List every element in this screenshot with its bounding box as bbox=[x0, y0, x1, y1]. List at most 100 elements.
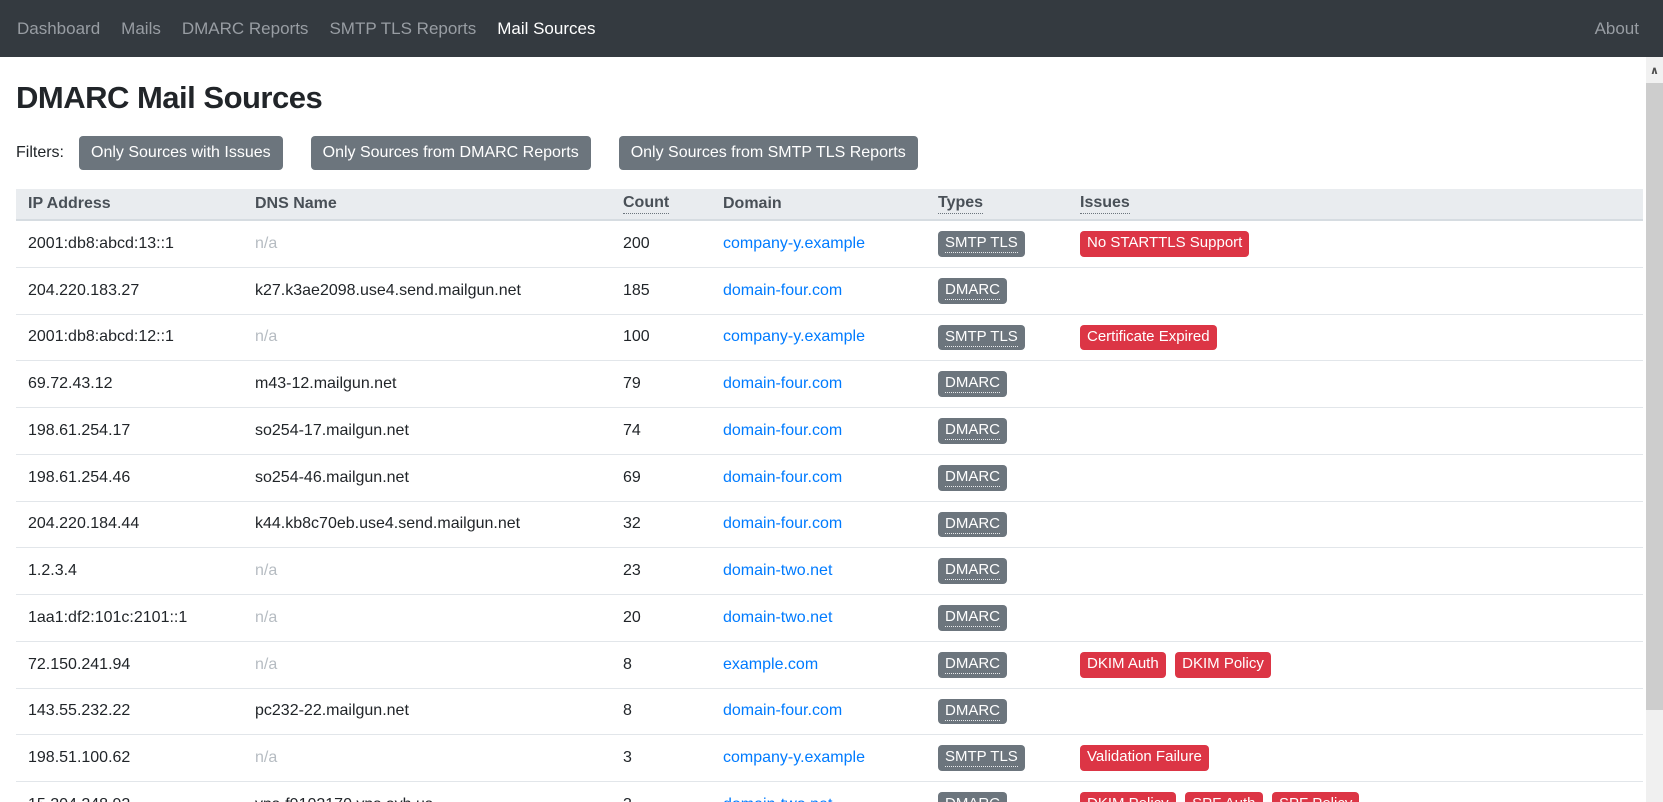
issue-badge: Certificate Expired bbox=[1080, 325, 1217, 351]
dns-cell: k27.k3ae2098.use4.send.mailgun.net bbox=[243, 267, 611, 314]
nav-item-about[interactable]: About bbox=[1595, 19, 1639, 39]
nav-item[interactable]: DMARC Reports bbox=[182, 19, 330, 38]
dns-cell: n/a bbox=[243, 595, 611, 642]
nav-item[interactable]: SMTP TLS Reports bbox=[329, 19, 497, 38]
domain-link[interactable]: company-y.example bbox=[723, 749, 865, 766]
issues-cell bbox=[1068, 595, 1643, 642]
ip-cell: 69.72.43.12 bbox=[16, 361, 243, 408]
scrollbar[interactable]: ∧ bbox=[1646, 57, 1663, 802]
ip-cell: 204.220.183.27 bbox=[16, 267, 243, 314]
issue-badge: DKIM Auth bbox=[1080, 652, 1166, 678]
types-cell: DMARC bbox=[926, 267, 1068, 314]
domain-link[interactable]: domain-two.net bbox=[723, 609, 832, 626]
types-cell: DMARC bbox=[926, 595, 1068, 642]
table-header-row: IP Address DNS Name Count Domain bbox=[16, 189, 1643, 220]
column-header: Domain bbox=[711, 189, 926, 220]
domain-cell: company-y.example bbox=[711, 735, 926, 782]
type-badge[interactable]: DMARC bbox=[938, 465, 1007, 491]
domain-link[interactable]: domain-four.com bbox=[723, 282, 842, 299]
table-row: 204.220.184.44 k44.kb8c70eb.use4.send.ma… bbox=[16, 501, 1643, 548]
count-cell: 74 bbox=[611, 408, 711, 455]
column-header: Count bbox=[611, 189, 711, 220]
domain-link[interactable]: company-y.example bbox=[723, 235, 865, 252]
chevron-up-icon: ∧ bbox=[1650, 64, 1659, 77]
filter-button[interactable]: Only Sources from DMARC Reports bbox=[311, 136, 591, 170]
filters-label: Filters: bbox=[16, 144, 64, 162]
type-badge[interactable]: DMARC bbox=[938, 512, 1007, 538]
type-badge[interactable]: SMTP TLS bbox=[938, 231, 1025, 257]
dns-cell: so254-17.mailgun.net bbox=[243, 408, 611, 455]
issues-cell bbox=[1068, 688, 1643, 735]
dns-cell: vps-f9102170.vps.ovh.us bbox=[243, 782, 611, 802]
scrollbar-up-button[interactable]: ∧ bbox=[1646, 57, 1663, 83]
ip-cell: 1aa1:df2:101c:2101::1 bbox=[16, 595, 243, 642]
domain-link[interactable]: domain-four.com bbox=[723, 515, 842, 532]
type-badge[interactable]: SMTP TLS bbox=[938, 325, 1025, 351]
domain-link[interactable]: domain-four.com bbox=[723, 469, 842, 486]
dns-cell: n/a bbox=[243, 641, 611, 688]
dns-cell: n/a bbox=[243, 735, 611, 782]
issue-badge: DKIM Policy bbox=[1080, 792, 1176, 802]
issue-badge: SPF Policy bbox=[1272, 792, 1359, 802]
type-badge[interactable]: DMARC bbox=[938, 605, 1007, 631]
ip-cell: 2001:db8:abcd:13::1 bbox=[16, 220, 243, 267]
issues-cell: Certificate Expired bbox=[1068, 314, 1643, 361]
column-header: Types bbox=[926, 189, 1068, 220]
issue-badge: No STARTTLS Support bbox=[1080, 231, 1249, 257]
type-badge[interactable]: DMARC bbox=[938, 278, 1007, 304]
type-badge[interactable]: DMARC bbox=[938, 792, 1007, 802]
domain-link[interactable]: domain-four.com bbox=[723, 702, 842, 719]
scrollbar-thumb[interactable] bbox=[1646, 83, 1663, 710]
table-row: 198.61.254.17 so254-17.mailgun.net 74 do… bbox=[16, 408, 1643, 455]
issues-cell bbox=[1068, 408, 1643, 455]
issues-cell bbox=[1068, 361, 1643, 408]
filter-button[interactable]: Only Sources from SMTP TLS Reports bbox=[619, 136, 918, 170]
domain-link[interactable]: domain-two.net bbox=[723, 562, 832, 579]
issues-cell: DKIM Auth DKIM Policy bbox=[1068, 641, 1643, 688]
domain-link[interactable]: domain-four.com bbox=[723, 422, 842, 439]
domain-cell: domain-four.com bbox=[711, 267, 926, 314]
types-cell: DMARC bbox=[926, 501, 1068, 548]
domain-link[interactable]: domain-two.net bbox=[723, 796, 832, 802]
domain-cell: domain-four.com bbox=[711, 361, 926, 408]
issues-cell bbox=[1068, 454, 1643, 501]
domain-cell: domain-two.net bbox=[711, 782, 926, 802]
main-content: DMARC Mail Sources Filters: Only Sources… bbox=[0, 57, 1663, 802]
issues-cell: No STARTTLS Support bbox=[1068, 220, 1643, 267]
table-row: 69.72.43.12 m43-12.mailgun.net 79 domain… bbox=[16, 361, 1643, 408]
domain-link[interactable]: company-y.example bbox=[723, 328, 865, 345]
table-row: 198.51.100.62 n/a 3 company-y.example SM… bbox=[16, 735, 1643, 782]
type-badge[interactable]: DMARC bbox=[938, 418, 1007, 444]
nav-item[interactable]: Dashboard bbox=[17, 19, 121, 38]
count-cell: 32 bbox=[611, 501, 711, 548]
count-cell: 185 bbox=[611, 267, 711, 314]
nav-item[interactable]: Mails bbox=[121, 19, 182, 38]
types-cell: DMARC bbox=[926, 454, 1068, 501]
filters-bar: Filters: Only Sources with Issues Only S… bbox=[16, 136, 1643, 170]
count-cell: 3 bbox=[611, 782, 711, 802]
domain-cell: domain-four.com bbox=[711, 454, 926, 501]
issues-cell bbox=[1068, 548, 1643, 595]
domain-cell: company-y.example bbox=[711, 220, 926, 267]
domain-link[interactable]: domain-four.com bbox=[723, 375, 842, 392]
count-cell: 69 bbox=[611, 454, 711, 501]
type-badge[interactable]: DMARC bbox=[938, 371, 1007, 397]
issue-badge: SPF Auth bbox=[1185, 792, 1262, 802]
table-row: 1aa1:df2:101c:2101::1 n/a 20 domain-two.… bbox=[16, 595, 1643, 642]
type-badge[interactable]: DMARC bbox=[938, 699, 1007, 725]
ip-cell: 143.55.232.22 bbox=[16, 688, 243, 735]
count-cell: 20 bbox=[611, 595, 711, 642]
table-row: 143.55.232.22 pc232-22.mailgun.net 8 dom… bbox=[16, 688, 1643, 735]
types-cell: SMTP TLS bbox=[926, 735, 1068, 782]
type-badge[interactable]: DMARC bbox=[938, 652, 1007, 678]
filter-buttons-group: Only Sources with Issues Only Sources fr… bbox=[79, 136, 946, 170]
nav-item[interactable]: Mail Sources bbox=[497, 19, 616, 38]
count-cell: 3 bbox=[611, 735, 711, 782]
dns-cell: m43-12.mailgun.net bbox=[243, 361, 611, 408]
filter-button[interactable]: Only Sources with Issues bbox=[79, 136, 283, 170]
type-badge[interactable]: SMTP TLS bbox=[938, 745, 1025, 771]
type-badge[interactable]: DMARC bbox=[938, 558, 1007, 584]
top-navbar: Dashboard Mails DMARC Reports SMTP TLS R… bbox=[0, 0, 1663, 57]
count-cell: 8 bbox=[611, 688, 711, 735]
domain-link[interactable]: example.com bbox=[723, 656, 818, 673]
